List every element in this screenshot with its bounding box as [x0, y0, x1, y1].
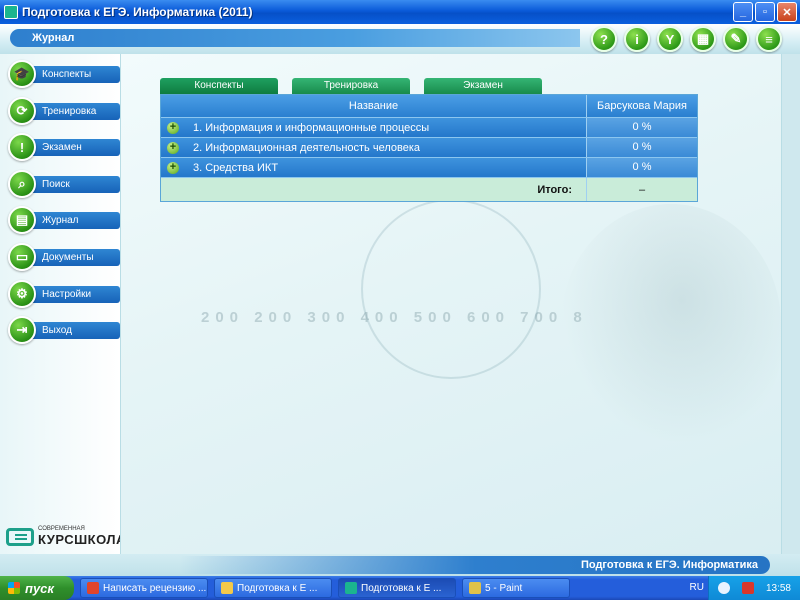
tab-exam[interactable]: Экзамен	[424, 78, 542, 94]
table-total-row: Итого: –	[161, 177, 697, 201]
taskbar: пуск Написать рецензию ... Подготовка к …	[0, 576, 800, 600]
sidebar-item-exit[interactable]: ⇥ Выход	[8, 316, 120, 344]
screen: Подготовка к ЕГЭ. Информатика (2011) _ ▫…	[0, 0, 800, 600]
help-icon[interactable]: ?	[591, 26, 617, 52]
antivirus-icon[interactable]	[741, 582, 754, 594]
start-label: пуск	[25, 580, 54, 596]
toolbar: ? i Y ▦ ✎ ≡	[591, 26, 782, 52]
clock: 13:58	[765, 582, 791, 594]
row-value: 0 %	[587, 158, 697, 177]
info-icon[interactable]: i	[624, 26, 650, 52]
sidebar-item-label: Документы	[32, 248, 120, 266]
column-header-title[interactable]: Название	[161, 95, 587, 117]
speaker-icon[interactable]	[717, 582, 730, 594]
sidebar-item-training[interactable]: ⟳ Тренировка	[8, 97, 120, 125]
tab-training[interactable]: Тренировка	[292, 78, 410, 94]
sidebar-item-label: Поиск	[32, 175, 120, 193]
exclamation-icon: !	[8, 133, 36, 161]
student-illustration	[561, 204, 781, 444]
window-titlebar[interactable]: Подготовка к ЕГЭ. Информатика (2011) _ ▫…	[0, 0, 800, 24]
sidebar: 🎓 Конспекты ⟳ Тренировка ! Экзамен ⌕ Пои…	[0, 54, 120, 554]
table-row[interactable]: + 3. Средства ИКТ 0 %	[161, 157, 697, 177]
paint-icon	[469, 582, 481, 594]
close-button[interactable]: ✕	[777, 2, 797, 22]
taskbar-item-app[interactable]: Подготовка к Е ...	[338, 578, 456, 598]
sidebar-item-search[interactable]: ⌕ Поиск	[8, 170, 120, 198]
language-indicator[interactable]: RU	[690, 582, 704, 593]
row-title: 2. Информационная деятельность человека	[193, 141, 420, 154]
filter-icon[interactable]: Y	[657, 26, 683, 52]
taskbar-item-browser[interactable]: Написать рецензию ...	[80, 578, 208, 598]
total-label: Итого:	[161, 178, 587, 201]
window-title: Подготовка к ЕГЭ. Информатика (2011)	[22, 5, 253, 19]
section-title: Журнал	[10, 29, 580, 47]
column-header-student[interactable]: Барсукова Мария	[587, 95, 697, 117]
total-value: –	[638, 184, 646, 196]
globe-decoration	[361, 199, 541, 379]
journal-table: Название Барсукова Мария + 1. Информация…	[160, 94, 698, 202]
exit-icon: ⇥	[8, 316, 36, 344]
notes-icon[interactable]: ▦	[690, 26, 716, 52]
menu-icon[interactable]: ≡	[756, 26, 782, 52]
start-button[interactable]: пуск	[0, 576, 74, 600]
expand-icon[interactable]: +	[167, 121, 179, 134]
training-icon: ⟳	[8, 97, 36, 125]
sidebar-item-label: Выход	[32, 321, 120, 339]
maximize-button[interactable]: ▫	[755, 2, 775, 22]
sidebar-item-label: Журнал	[32, 211, 120, 229]
book-icon: ▤	[8, 206, 36, 234]
tab-notes[interactable]: Конспекты	[160, 78, 278, 94]
table-row[interactable]: + 1. Информация и информационные процесс…	[161, 117, 697, 137]
edit-icon[interactable]: ✎	[723, 26, 749, 52]
row-title: 3. Средства ИКТ	[193, 161, 279, 174]
row-value: 0 %	[587, 118, 697, 137]
graduation-cap-icon: 🎓	[8, 60, 36, 88]
search-icon: ⌕	[8, 170, 36, 198]
expand-icon[interactable]: +	[167, 141, 179, 154]
expand-icon[interactable]: +	[167, 161, 179, 174]
app-icon	[345, 582, 357, 594]
row-title: 1. Информация и информационные процессы	[193, 121, 430, 134]
logo: СОВРЕМЕННАЯ КУРСШКОЛА	[6, 526, 126, 548]
sidebar-item-label: Настройки	[32, 285, 120, 303]
document-icon: ▭	[8, 243, 36, 271]
browser-icon	[87, 582, 99, 594]
table-row[interactable]: + 2. Информационная деятельность человек…	[161, 137, 697, 157]
taskbar-item-folder[interactable]: Подготовка к Е ...	[214, 578, 332, 598]
logo-title: КУРСШКОЛА	[38, 532, 126, 547]
system-tray: 13:58	[708, 576, 800, 600]
folder-icon	[221, 582, 233, 594]
minimize-button[interactable]: _	[733, 2, 753, 22]
background-numbers: 200 200 300 400 500 600 700 8	[201, 309, 588, 326]
tab-bar: Конспекты Тренировка Экзамен	[160, 78, 542, 94]
footer-title: Подготовка к ЕГЭ. Информатика	[180, 556, 770, 574]
windows-flag-icon	[8, 582, 20, 594]
sidebar-item-label: Тренировка	[32, 102, 120, 120]
sidebar-item-documents[interactable]: ▭ Документы	[8, 243, 120, 271]
sidebar-item-exam[interactable]: ! Экзамен	[8, 133, 120, 161]
logo-mark-icon	[6, 528, 34, 546]
sidebar-item-label: Конспекты	[32, 65, 120, 83]
window-controls: _ ▫ ✕	[733, 2, 797, 22]
sidebar-item-label: Экзамен	[32, 138, 120, 156]
table-header: Название Барсукова Мария	[161, 95, 697, 117]
sidebar-item-journal[interactable]: ▤ Журнал	[8, 206, 120, 234]
gear-icon: ⚙	[8, 280, 36, 308]
sidebar-item-notes[interactable]: 🎓 Конспекты	[8, 60, 120, 88]
row-value: 0 %	[587, 138, 697, 157]
sidebar-item-settings[interactable]: ⚙ Настройки	[8, 280, 120, 308]
app-icon	[4, 5, 18, 19]
taskbar-item-paint[interactable]: 5 - Paint	[462, 578, 570, 598]
